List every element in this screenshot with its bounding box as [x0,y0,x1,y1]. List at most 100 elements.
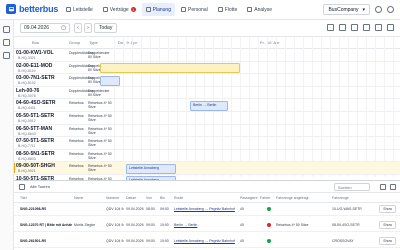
vehicle-row[interactable]: 09-00-50T-SHGH B-HQ-9021 Reisebus Reisebus … [14,162,400,175]
table-row[interactable]: SNG-12370 RT | Bitte mit AnhängerMoritz … [14,219,400,232]
column-header[interactable]: Fahrer [260,196,270,200]
column-header[interactable]: Passagiere [240,196,258,200]
zoom-in-icon[interactable] [351,24,358,31]
today-button[interactable]: Today [94,23,118,33]
user-avatar-icon[interactable] [387,6,394,13]
trip-block[interactable] [100,75,120,86]
previous-day-button[interactable]: ‹ [74,23,82,33]
column-type[interactable]: Type [89,40,98,45]
trip-block[interactable]: Leitstelle Annaberg [126,163,176,174]
filter-icon[interactable] [363,24,370,31]
show-button[interactable]: Show [379,221,396,229]
column-header[interactable]: Fahrzeuge [332,196,349,200]
show-button[interactable]: Show [379,237,396,245]
tours-toolbar: Alle Touren Suchen [14,181,400,193]
nav-flotte[interactable]: Flotte [214,3,242,16]
vehicle-row[interactable]: 07-50-5T1-SETR B-HQ-7711 Reisebus Reisebus … [14,137,400,150]
tours-search-input[interactable]: Suchen [334,183,370,191]
column-header[interactable]: Fahrzeuge angefragt [276,196,309,200]
vehicle-type: Doppeldecker 80 Sitze [88,51,110,59]
top-navigation-bar: betterbus Leitstelle Verträge 1 Planung P… [0,0,400,20]
app-logo[interactable]: betterbus [6,4,58,14]
column-header[interactable]: Von [146,196,152,200]
nav-leitstelle[interactable]: Leitstelle [62,3,97,16]
settings-icon[interactable] [375,24,382,31]
table-row[interactable]: SNG-221098-RS QDV 104 946409.04.202608:00… [14,203,400,216]
nav-personal[interactable]: Personal [177,3,212,16]
cell-pax: 40 [240,223,244,227]
toolbar-icons [327,24,394,31]
nav-vertraege[interactable]: Verträge 1 [99,3,140,16]
cell-date: 09.04.2026 [126,223,144,227]
main-nav: Leitstelle Verträge 1 Planung Personal Fl… [62,3,276,16]
cell-vehicles: 10-UG-WAS-SETR [332,207,362,211]
refresh-icon[interactable] [327,24,334,31]
vehicle-group: Reisebus [69,164,84,169]
checkbox-icon[interactable] [19,184,25,190]
nav-label: Leitstelle [73,6,93,13]
layers-icon[interactable] [3,39,10,46]
calendar-icon[interactable] [3,26,10,33]
date-picker[interactable]: 09.04.2026 ▢ [20,23,70,33]
nav-label: Analyse [254,6,273,13]
route-link[interactable]: Leitstelle Annaberg → Pegnitz Bahnhof [174,239,235,243]
vehicle-id: B-HQ-5512 [18,119,36,123]
trip-block[interactable] [100,62,240,73]
zoom-out-icon[interactable] [339,24,346,31]
settings-icon[interactable] [375,6,382,13]
column-header[interactable]: Titel [20,196,26,200]
cell-route: Leitstelle Annaberg → Pegnitz Bahnhof [174,207,235,211]
cell-number: QDV 104 9471 [106,239,124,243]
tours-table-header: Titel Name Nummer Datum Von Bis Route Passagier… [14,193,400,203]
route-link[interactable]: Berlin → Berlin [174,223,197,227]
selection-marker [14,163,15,174]
company-selector[interactable]: BusCompany ▾ [323,4,370,15]
nav-analyse[interactable]: Analyse [243,3,276,16]
column-header[interactable]: Datum [126,196,136,200]
cell-pax: 40 [240,207,244,211]
cell-title: SNG-221098-RS [20,207,47,211]
cell-from: 08:00 [146,207,155,211]
notification-badge: 1 [130,7,136,12]
vehicle-row[interactable]: Leh-00-76 B-HQ-0076 Dopplestöckbus Doppelde… [14,87,400,100]
tours-filter[interactable]: Alle Touren [30,184,50,189]
route-link[interactable]: Leitstelle Annaberg → Pegnitz Bahnhof [174,207,235,211]
vehicle-row[interactable]: 06-50-5TT-MAN B-HQ-6643 Reisebus Reisebus 4… [14,125,400,138]
vehicle-group: Reisebus [69,139,84,144]
app-name: betterbus [19,4,59,14]
vehicle-row[interactable]: 08-50-5N1-SETR B-HQ-8833 Reisebus Reisebus … [14,150,400,163]
trip-block[interactable]: Berlin → Berlin [190,100,228,111]
show-button[interactable]: Show [379,205,396,213]
vehicle-id: B-HQ-0076 [18,93,36,98]
next-day-button[interactable]: › [84,23,92,33]
cell-route: Berlin → Berlin [174,223,197,227]
table-row[interactable]: SNG-261501-RS QDV 104 947109.04.202609:00… [14,235,400,248]
column-bus[interactable]: Bus [32,40,39,45]
cell-pax: 40 [240,239,244,243]
column-header[interactable]: Route [174,196,183,200]
columns-icon[interactable] [390,184,396,190]
filter-icon[interactable] [380,184,386,190]
people-icon[interactable] [3,52,10,59]
vehicle-row[interactable]: 01-00-KW1-VOL B-HQ-3321 Dopplestöckbus Dopp… [14,49,400,62]
people-icon [181,7,186,12]
cell-date: 09.04.2026 [126,239,144,243]
vehicle-id: B-HQ-8192 [18,81,36,86]
cell-from: 09:00 [146,239,155,243]
vehicle-row[interactable]: 03-00-7N1-SETR B-HQ-8192 Dopplestöckbus Dop… [14,74,400,87]
vehicle-type: Reisebus 4* 50 Sitze [88,101,112,110]
column-header[interactable]: Name [74,196,83,200]
column-group[interactable]: Group [69,40,80,45]
status-dot [267,223,271,227]
grid-icon [66,7,71,12]
nav-planung[interactable]: Planung [141,3,175,16]
cell-number: QDV 104 9456 [106,223,124,227]
column-header[interactable]: Bis [160,196,165,200]
vehicle-row[interactable]: 05-50-5T1-SETR B-HQ-5512 Reisebus Reisebus … [14,112,400,125]
bus-logo-icon [6,4,16,14]
nav-label: Personal [188,6,208,13]
expand-icon[interactable] [387,24,394,31]
tours-panel: Alle Touren Suchen Titel Name Nummer Datum V… [14,180,400,250]
cell-date: 09.04.2026 [126,207,144,211]
column-header[interactable]: Nummer [106,196,119,200]
